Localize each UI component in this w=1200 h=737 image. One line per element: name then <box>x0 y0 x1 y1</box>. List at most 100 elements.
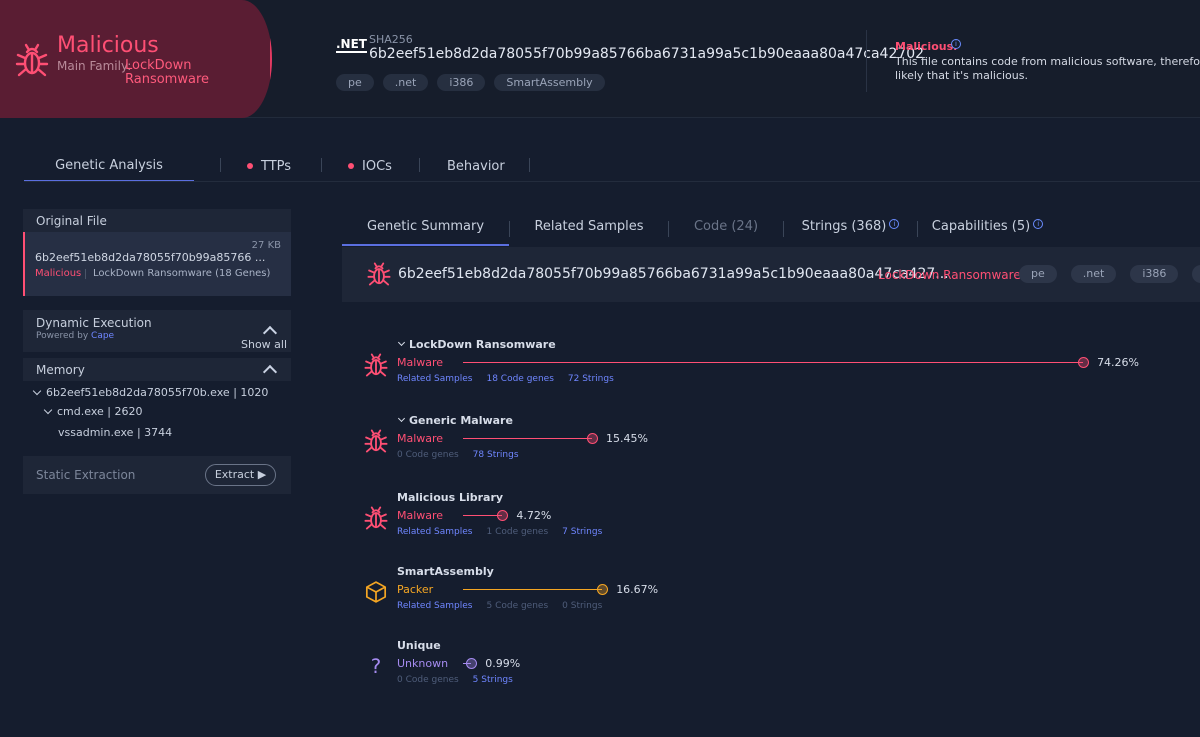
chevron-down-icon <box>32 386 42 396</box>
gene-row[interactable]: Malicious Library Malware 4.72% Related Sam… <box>364 491 1184 551</box>
tag-i386: i386 <box>1130 265 1179 283</box>
header: Malicious Main Family: LockDown Ransomwa… <box>0 0 1200 118</box>
tab-capabilities[interactable]: Capabilities (5) i <box>918 214 1057 246</box>
gene-bar-knob <box>466 658 478 669</box>
gene-links: Related Samples 1 Code genes 7 Strings <box>397 527 602 537</box>
chevron-down-icon <box>397 338 406 347</box>
gene-name: Unique <box>397 639 441 652</box>
summary-family[interactable]: LockDown Ransomware <box>878 268 1021 282</box>
show-all-link[interactable]: Show all <box>241 338 287 351</box>
gene-links: Related Samples 18 Code genes 72 Strings <box>397 374 614 384</box>
gene-link[interactable]: 5 Code genes <box>486 601 548 611</box>
tab-genetic-summary[interactable]: Genetic Summary <box>342 214 509 246</box>
gene-link[interactable]: Related Samples <box>397 374 472 384</box>
gene-row[interactable]: Generic Malware Malware 15.45% 0 Code genes… <box>364 414 1184 474</box>
verdict-summary-title: Malicious. <box>895 40 958 53</box>
gene-link[interactable]: 18 Code genes <box>486 374 553 384</box>
gene-classification: Malware <box>397 356 444 369</box>
info-icon[interactable]: i <box>889 219 900 229</box>
info-icon[interactable]: i <box>1033 219 1044 229</box>
gene-row[interactable]: ? Unique Unknown 0.99% 0 Code genes 5 Strings <box>364 639 1184 699</box>
bug-icon <box>364 353 388 377</box>
gene-bar-knob <box>497 510 509 521</box>
chevron-down-icon <box>397 414 406 423</box>
gene-classification: Unknown <box>397 657 449 670</box>
gene-classification: Malware <box>397 432 444 445</box>
summary-hash[interactable]: 6b2eef51eb8d2da78055f70b99a85766ba6731a9… <box>398 266 949 282</box>
gene-bar-knob <box>597 584 609 595</box>
extract-button[interactable]: Extract ▶ <box>205 464 276 486</box>
gene-link[interactable]: 0 Strings <box>562 601 602 611</box>
gene-link[interactable]: 78 Strings <box>473 450 519 460</box>
gene-link[interactable]: Related Samples <box>397 601 472 611</box>
sha256-label: SHA256 <box>369 33 413 46</box>
summary-tags: pe .net i386 <box>1019 265 1200 283</box>
tab-ttps[interactable]: TTPs <box>221 150 321 182</box>
main-family-name[interactable]: LockDown Ransomware <box>125 59 225 87</box>
sub-tabs: Genetic Summary Related Samples Code (24… <box>342 214 1057 246</box>
info-icon[interactable]: i <box>951 39 961 49</box>
gene-percent: 16.67% <box>616 583 659 596</box>
gene-bar-knob <box>1078 357 1090 368</box>
gene-percent: 0.99% <box>485 657 521 670</box>
gene-classification: Packer <box>397 583 434 596</box>
gene-bar <box>463 362 1084 363</box>
gene-link[interactable]: 0 Code genes <box>397 675 459 685</box>
gene-link[interactable]: 1 Code genes <box>486 527 548 537</box>
gene-links: 0 Code genes 5 Strings <box>397 675 513 685</box>
dynamic-execution-panel: Dynamic Execution Powered by Cape Show a… <box>23 310 291 352</box>
bug-icon <box>364 506 388 530</box>
gene-link[interactable]: Related Samples <box>397 527 472 537</box>
gene-links: 0 Code genes 78 Strings <box>397 450 519 460</box>
tab-related-samples[interactable]: Related Samples <box>510 214 668 246</box>
tab-iocs[interactable]: IOCs <box>322 150 419 182</box>
package-icon <box>365 581 387 603</box>
alert-dot-icon <box>348 163 354 169</box>
gene-link[interactable]: 5 Strings <box>473 675 513 685</box>
main-family-label: Main Family: <box>57 59 132 73</box>
tree-item-cmd[interactable]: cmd.exe | 2620 <box>43 405 142 418</box>
tag-net: .net <box>382 74 429 91</box>
tab-strings[interactable]: Strings (368) i <box>784 214 917 246</box>
cape-link[interactable]: Cape <box>91 331 114 341</box>
bug-icon <box>364 429 388 453</box>
tree-item-vssadmin[interactable]: vssadmin.exe | 3744 <box>58 426 172 439</box>
sha256-value[interactable]: 6b2eef51eb8d2da78055f70b99a85766ba6731a9… <box>369 46 924 62</box>
gene-bar <box>463 438 592 439</box>
tab-code[interactable]: Code (24) <box>669 214 783 246</box>
verdict-title: Malicious <box>57 33 159 58</box>
header-divider <box>866 30 867 92</box>
memory-header: Memory <box>23 358 291 381</box>
gene-link[interactable]: 0 Code genes <box>397 450 459 460</box>
summary-bar: 6b2eef51eb8d2da78055f70b99a85766ba6731a9… <box>342 247 1200 302</box>
file-verdict: Malicious <box>35 268 82 279</box>
gene-bar <box>463 589 603 590</box>
original-file-card[interactable]: 27 KB 6b2eef51eb8d2da78055f70b99a85766 .… <box>23 232 291 296</box>
gene-bar-knob <box>587 433 598 444</box>
gene-row[interactable]: SmartAssembly Packer 16.67% Related Samples… <box>364 565 1184 625</box>
file-family: LockDown Ransomware (18 Genes) <box>93 268 271 279</box>
gene-name[interactable]: Generic Malware <box>397 414 513 427</box>
tab-genetic-analysis[interactable]: Genetic Analysis <box>24 150 194 182</box>
gene-link[interactable]: 7 Strings <box>562 527 602 537</box>
gene-name: Malicious Library <box>397 491 504 504</box>
chevron-down-icon <box>43 405 53 415</box>
original-file-header: Original File <box>23 209 291 232</box>
tag-pe: pe <box>1019 265 1057 283</box>
tab-behavior[interactable]: Behavior <box>420 150 529 182</box>
gene-percent: 4.72% <box>516 509 552 522</box>
chevron-up-icon[interactable] <box>262 364 278 380</box>
gene-name: SmartAssembly <box>397 565 494 578</box>
dotnet-logo: .NET <box>336 37 367 53</box>
gene-links: Related Samples 5 Code genes 0 Strings <box>397 601 602 611</box>
gene-name[interactable]: LockDown Ransomware <box>397 338 556 351</box>
tag-i386: i386 <box>437 74 486 91</box>
gene-link[interactable]: 72 Strings <box>568 374 614 384</box>
verdict-description: This file contains code from malicious s… <box>895 55 1200 82</box>
tag-pe: pe <box>336 74 374 91</box>
gene-row[interactable]: LockDown Ransomware Malware 74.26% Related … <box>364 338 1184 398</box>
tag-smartassembly: SmartAssembly <box>494 74 605 91</box>
tag-net: .net <box>1070 265 1117 283</box>
tree-item-process[interactable]: 6b2eef51eb8d2da78055f70b.exe | 1020 <box>32 386 268 399</box>
tab-separator <box>529 158 530 172</box>
